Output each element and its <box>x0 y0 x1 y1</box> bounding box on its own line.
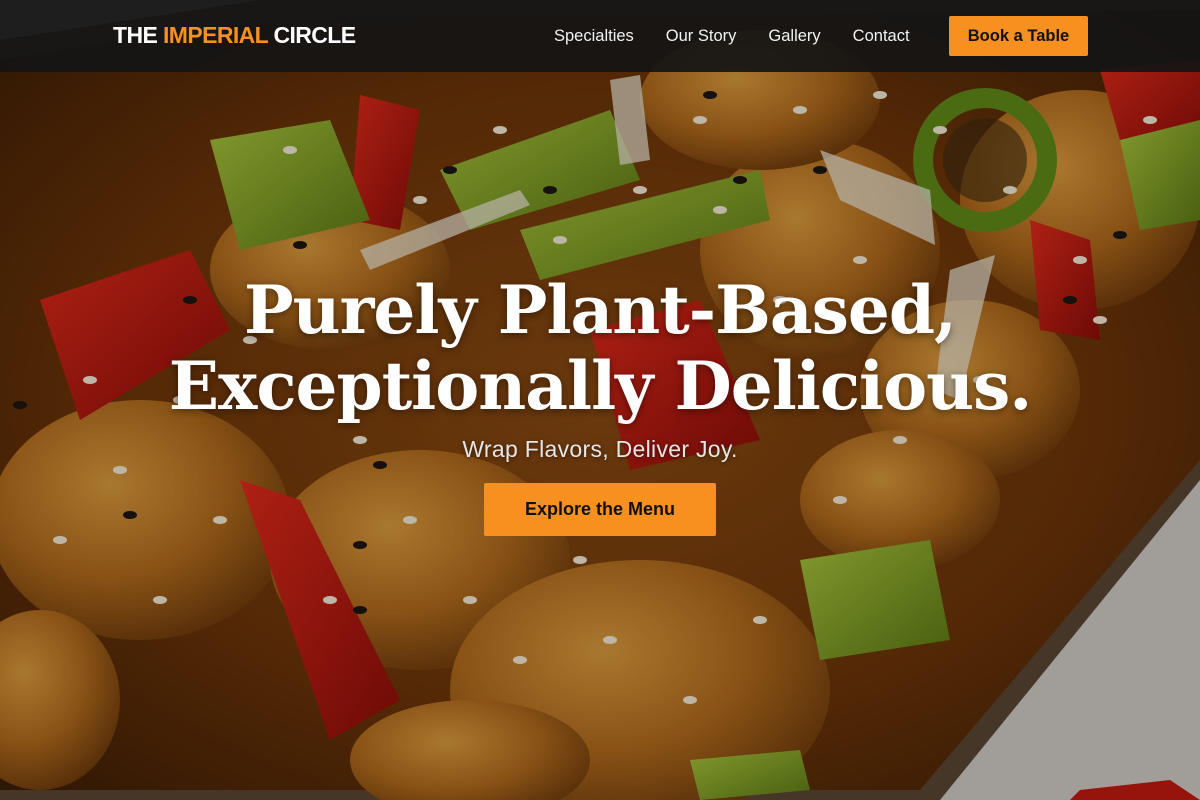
nav-link-contact[interactable]: Contact <box>853 27 910 46</box>
hero-title: Purely Plant-Based, Exceptionally Delici… <box>0 272 1200 424</box>
nav-link-gallery[interactable]: Gallery <box>768 27 820 46</box>
hero-subtitle: Wrap Flavors, Deliver Joy. <box>462 436 738 462</box>
page: THE IMPERIAL CIRCLE Specialties Our Stor… <box>0 0 1200 800</box>
hero-section: Purely Plant-Based, Exceptionally Delici… <box>0 272 1200 536</box>
site-header: THE IMPERIAL CIRCLE Specialties Our Stor… <box>0 0 1200 72</box>
brand-name-part2: CIRCLE <box>267 22 356 48</box>
book-table-button[interactable]: Book a Table <box>949 16 1088 56</box>
nav-link-specialties[interactable]: Specialties <box>554 27 634 46</box>
hero-title-line1: Purely Plant-Based, <box>244 271 957 349</box>
nav-link-our-story[interactable]: Our Story <box>666 27 737 46</box>
brand-name-accent: IMPERIAL <box>163 22 268 48</box>
brand-name-part1: THE <box>113 22 163 48</box>
explore-menu-button[interactable]: Explore the Menu <box>484 483 716 536</box>
hero-title-line2: Exceptionally Delicious. <box>168 347 1033 425</box>
main-nav: Specialties Our Story Gallery Contact <box>554 0 942 72</box>
brand-logo[interactable]: THE IMPERIAL CIRCLE <box>113 22 356 49</box>
